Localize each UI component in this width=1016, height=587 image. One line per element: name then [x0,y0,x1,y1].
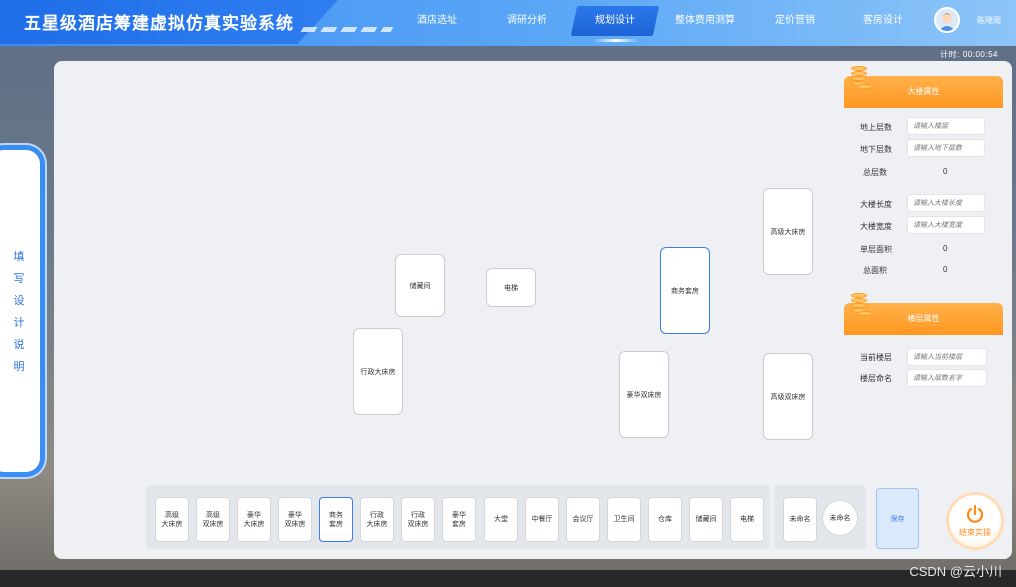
nav-item-room-design[interactable]: 客房设计 [838,6,928,36]
palette-elevator[interactable]: 电梯 [730,497,764,542]
watermark: CSDN @云小川 [909,564,1002,579]
below-floors-label: 地下层数 [860,145,892,154]
design-notes-label: 填写设计说明 [13,251,25,373]
floor-area-label: 单层面积 [860,245,892,254]
nav-item-pricing[interactable]: 定价营销 [750,6,840,36]
palette-unnamed-round[interactable]: 未命名 [822,500,858,536]
nav-item-site[interactable]: 酒店选址 [392,6,482,36]
palette-executive-king[interactable]: 行政 大床房 [360,497,394,542]
palette-restroom[interactable]: 卫生间 [607,497,641,542]
username: 陈晓雨 [977,16,1001,25]
above-floors-input[interactable] [907,117,985,135]
palette-deluxe-king[interactable]: 豪华 大床房 [237,497,271,542]
total-floors-value: 0 [943,167,948,176]
save-button[interactable]: 保存 [876,488,919,549]
end-practice-button[interactable]: 结束实操 [949,495,1001,547]
palette-superior-king[interactable]: 高级 大床房 [155,497,189,542]
coins-stack-icon [851,293,875,319]
canvas-room-business-suite[interactable]: 商务套房 [660,247,710,334]
app-title: 五星级酒店筹建虚拟仿真实验系统 [24,14,294,33]
nav-item-research[interactable]: 调研分析 [482,6,572,36]
canvas-room-deluxe-twin[interactable]: 豪华双床房 [619,351,669,438]
end-practice-label: 结束实操 [959,528,991,537]
canvas-room-elevator[interactable]: 电梯 [486,268,536,307]
total-floors-label: 总层数 [863,168,887,177]
palette-lobby[interactable]: 大堂 [484,497,518,542]
design-notes-tab[interactable]: 填写设计说明 [0,150,40,472]
below-floors-input[interactable] [907,139,985,157]
bottom-strip [0,570,1016,587]
palette-business-suite[interactable]: 商务 套房 [319,497,353,542]
building-length-label: 大楼长度 [860,200,892,209]
canvas-room-superior-king[interactable]: 高级大床房 [763,188,813,275]
total-area-value: 0 [943,265,948,274]
timer-label: 计时: [940,50,960,59]
building-length-input[interactable] [907,194,985,212]
building-width-input[interactable] [907,216,985,234]
palette-superior-twin[interactable]: 高级 双床房 [196,497,230,542]
nav-item-cost[interactable]: 整体费用测算 [660,6,750,36]
floor-name-input[interactable] [907,369,987,387]
power-icon [966,504,984,523]
palette-deluxe-suite[interactable]: 豪华 套房 [442,497,476,542]
current-floor-input[interactable] [907,348,987,366]
avatar[interactable] [934,7,960,33]
palette-executive-twin[interactable]: 行政 双床房 [401,497,435,542]
floor-name-label: 楼层命名 [860,374,892,383]
palette-unnamed-square[interactable]: 未命名 [783,497,817,542]
palette-chinese-restaurant[interactable]: 中餐厅 [525,497,559,542]
building-width-label: 大楼宽度 [860,222,892,231]
canvas-room-storage[interactable]: 储藏间 [395,254,445,317]
title-decoration [300,27,394,32]
total-area-label: 总面积 [863,266,887,275]
nav-item-planning[interactable]: 规划设计 [570,6,660,36]
palette-storage[interactable]: 储藏间 [689,497,723,542]
timer-value: 00:00:54 [962,50,998,59]
floor-area-value: 0 [943,244,948,253]
coins-stack-icon [851,66,875,92]
nav-active-indicator [593,39,639,42]
user-avatar-icon [939,13,955,31]
current-floor-label: 当前楼层 [860,353,892,362]
canvas-room-executive-king[interactable]: 行政大床房 [353,328,403,415]
timer: 计时: 00:00:54 [937,49,998,60]
canvas-room-superior-twin[interactable]: 高级双床房 [763,353,813,440]
palette-warehouse[interactable]: 仓库 [648,497,682,542]
palette-deluxe-twin[interactable]: 豪华 双床房 [278,497,312,542]
palette-meeting-hall[interactable]: 会议厅 [566,497,600,542]
above-floors-label: 地上层数 [860,123,892,132]
